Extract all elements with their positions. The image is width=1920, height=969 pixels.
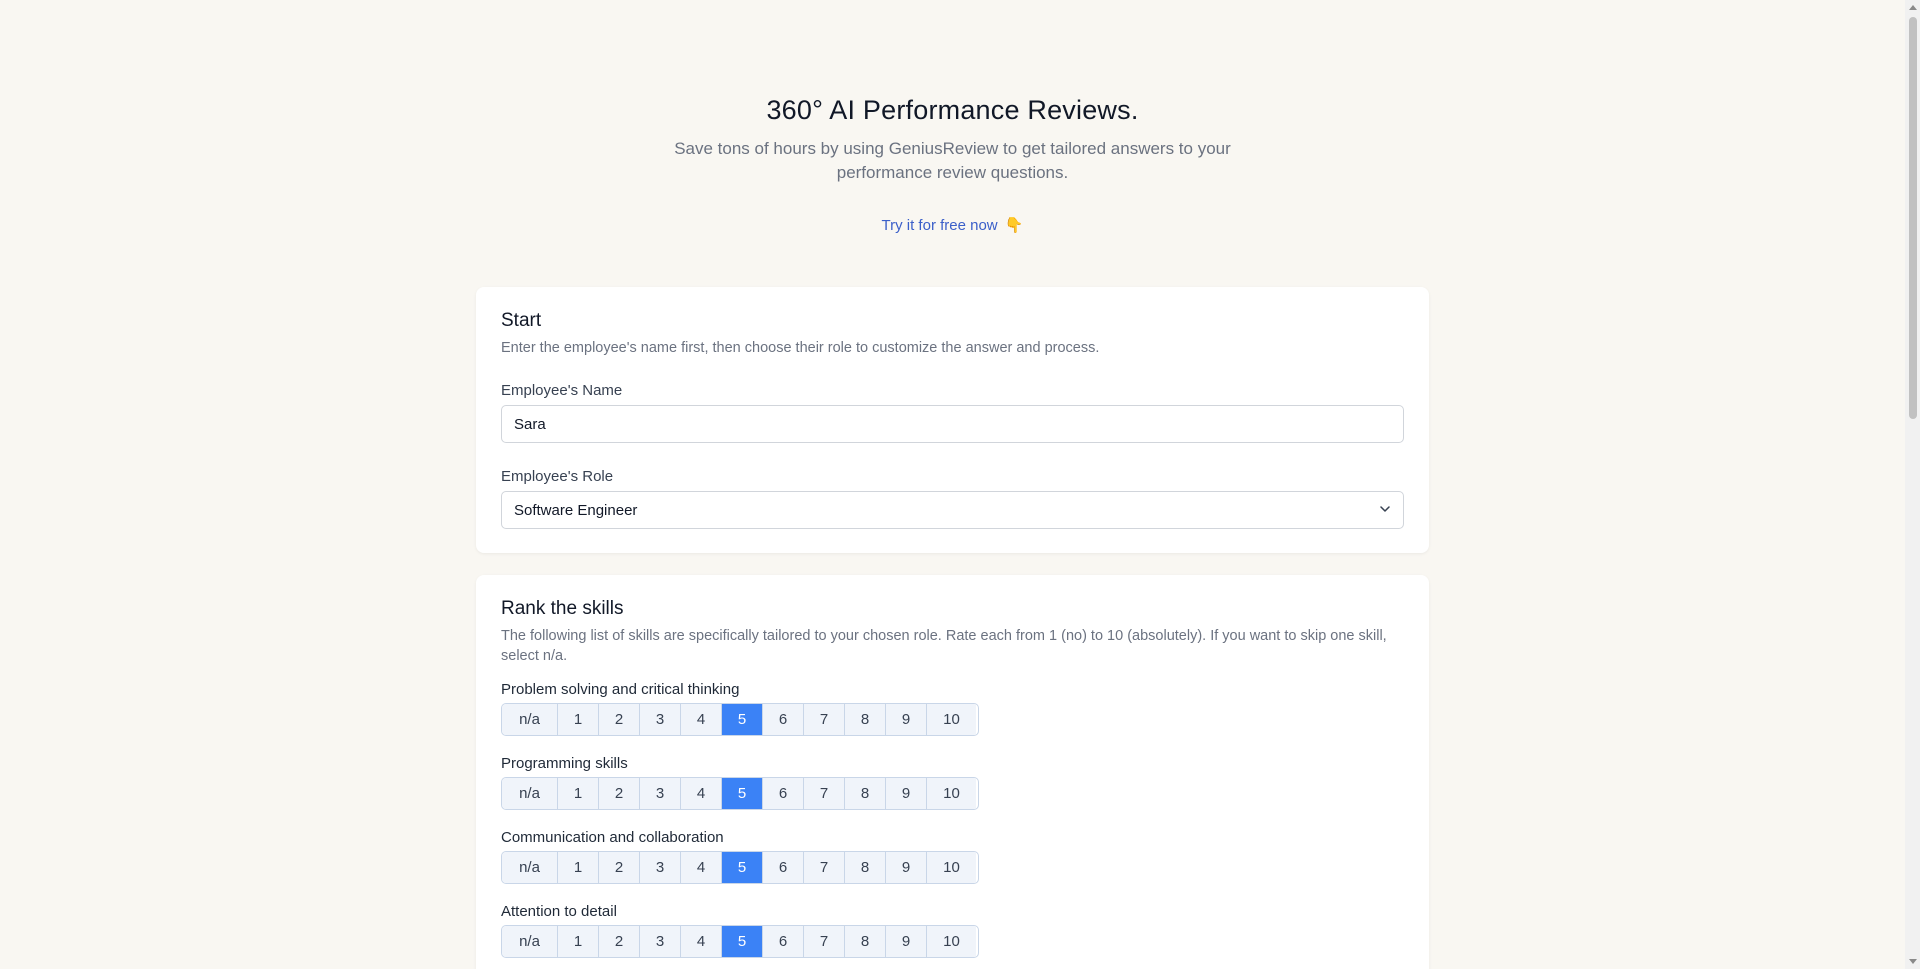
rating-option-8[interactable]: 8 (845, 926, 886, 957)
rating-option-10[interactable]: 10 (927, 852, 976, 883)
scroll-up-icon[interactable] (1909, 5, 1917, 10)
rating-option-4[interactable]: 4 (681, 704, 722, 735)
skill-rating-group: n/a 1 2 3 4 5 6 7 8 9 10 (501, 925, 979, 958)
skill-rating-group: n/a 1 2 3 4 5 6 7 8 9 10 (501, 851, 979, 884)
rating-option-7[interactable]: 7 (804, 926, 845, 957)
rating-option-2[interactable]: 2 (599, 926, 640, 957)
skill-label: Problem solving and critical thinking (501, 681, 740, 698)
rating-option-2[interactable]: 2 (599, 778, 640, 809)
rating-option-7[interactable]: 7 (804, 704, 845, 735)
rating-option-8[interactable]: 8 (845, 704, 886, 735)
rating-option-10[interactable]: 10 (927, 778, 976, 809)
employee-role-value: Software Engineer (514, 501, 638, 519)
rating-option-5[interactable]: 5 (722, 778, 763, 809)
rating-option-2[interactable]: 2 (599, 852, 640, 883)
rating-option-8[interactable]: 8 (845, 778, 886, 809)
start-card: Start Enter the employee's name first, t… (476, 287, 1429, 553)
rating-option-9[interactable]: 9 (886, 926, 927, 957)
rating-option-4[interactable]: 4 (681, 778, 722, 809)
employee-name-label: Employee's Name (501, 382, 623, 399)
rating-option-na[interactable]: n/a (502, 926, 558, 957)
skill-label: Communication and collaboration (501, 829, 724, 846)
rating-option-5[interactable]: 5 (722, 852, 763, 883)
skills-card: Rank the skills The following list of sk… (476, 575, 1429, 969)
skills-description: The following list of skills are specifi… (501, 628, 1387, 664)
try-free-label: Try it for free now (881, 217, 998, 234)
rating-option-5[interactable]: 5 (722, 926, 763, 957)
rating-option-6[interactable]: 6 (763, 926, 804, 957)
page-scrollbar[interactable] (1905, 0, 1920, 969)
page-title: 360° AI Performance Reviews. (766, 95, 1139, 125)
rating-option-10[interactable]: 10 (927, 926, 976, 957)
rating-option-4[interactable]: 4 (681, 926, 722, 957)
rating-option-8[interactable]: 8 (845, 852, 886, 883)
rating-option-9[interactable]: 9 (886, 778, 927, 809)
skill-rating-group: n/a 1 2 3 4 5 6 7 8 9 10 (501, 703, 979, 736)
employee-name-input[interactable] (501, 405, 1404, 443)
rating-option-1[interactable]: 1 (558, 778, 599, 809)
rating-option-1[interactable]: 1 (558, 852, 599, 883)
rating-option-na[interactable]: n/a (502, 852, 558, 883)
rating-option-2[interactable]: 2 (599, 704, 640, 735)
pointing-down-icon: 👇 (1004, 217, 1024, 234)
scrollbar-thumb[interactable] (1909, 17, 1917, 419)
start-title: Start (501, 310, 542, 331)
rating-option-9[interactable]: 9 (886, 704, 927, 735)
rating-option-9[interactable]: 9 (886, 852, 927, 883)
rating-option-3[interactable]: 3 (640, 704, 681, 735)
employee-role-label: Employee's Role (501, 468, 614, 485)
rating-option-6[interactable]: 6 (763, 704, 804, 735)
try-free-link[interactable]: Try it for free now 👇 (0, 216, 1905, 234)
rating-option-3[interactable]: 3 (640, 852, 681, 883)
rating-option-1[interactable]: 1 (558, 926, 599, 957)
chevron-down-icon (1379, 502, 1391, 519)
rating-option-10[interactable]: 10 (927, 704, 976, 735)
rating-option-7[interactable]: 7 (804, 852, 845, 883)
page-subtitle: Save tons of hours by using GeniusReview… (674, 139, 1231, 182)
rating-option-4[interactable]: 4 (681, 852, 722, 883)
rating-option-1[interactable]: 1 (558, 704, 599, 735)
scroll-down-icon[interactable] (1909, 959, 1917, 964)
skill-label: Attention to detail (501, 903, 617, 920)
rating-option-na[interactable]: n/a (502, 778, 558, 809)
start-description: Enter the employee's name first, then ch… (501, 340, 1100, 356)
rating-option-6[interactable]: 6 (763, 852, 804, 883)
rating-option-na[interactable]: n/a (502, 704, 558, 735)
rating-option-3[interactable]: 3 (640, 778, 681, 809)
employee-role-select[interactable]: Software Engineer (501, 491, 1404, 529)
rating-option-5[interactable]: 5 (722, 704, 763, 735)
skill-rating-group: n/a 1 2 3 4 5 6 7 8 9 10 (501, 777, 979, 810)
skill-label: Programming skills (501, 755, 628, 772)
rating-option-6[interactable]: 6 (763, 778, 804, 809)
rating-option-7[interactable]: 7 (804, 778, 845, 809)
rating-option-3[interactable]: 3 (640, 926, 681, 957)
skills-title: Rank the skills (501, 598, 624, 619)
